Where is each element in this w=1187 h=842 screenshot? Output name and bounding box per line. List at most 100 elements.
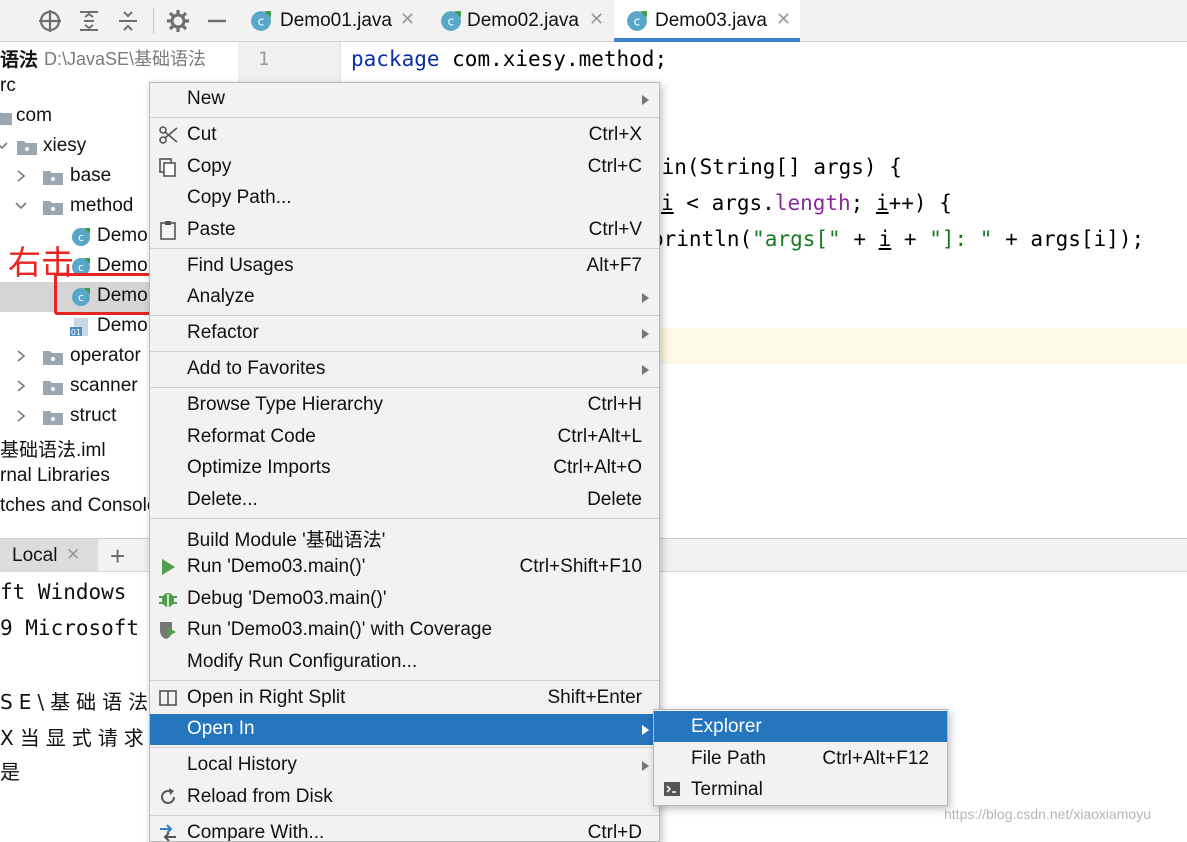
minimize-icon[interactable]: [204, 8, 230, 34]
close-icon[interactable]: ✕: [589, 9, 604, 30]
close-icon[interactable]: ✕: [776, 9, 791, 30]
terminal-icon: [664, 782, 680, 796]
terminal-line: 是: [0, 760, 26, 784]
tree-item-label: struct: [70, 405, 117, 426]
menu-item-open-in-right-split[interactable]: Open in Right Split Shift+Enter: [150, 683, 659, 714]
menu-item-debug[interactable]: Debug 'Demo03.main()': [150, 584, 659, 615]
tree-item-label: com: [16, 105, 52, 126]
submenu-item-terminal[interactable]: Terminal: [654, 774, 947, 805]
tab-demo01[interactable]: c Demo01.java ✕: [238, 0, 424, 42]
menu-item-analyze[interactable]: Analyze: [150, 282, 659, 313]
crosshair-icon[interactable]: [37, 8, 63, 34]
terminal-line: X当显式请求: [0, 726, 150, 750]
chevron-down-icon[interactable]: [0, 138, 8, 154]
add-terminal-button[interactable]: +: [110, 541, 125, 572]
chevron-right-icon[interactable]: [15, 378, 27, 394]
code-text: ;: [850, 191, 876, 215]
tree-item-label: method: [70, 195, 134, 216]
tree-item-label: xiesy: [43, 135, 87, 156]
menu-item-label: Run 'Demo03.main()': [187, 556, 366, 577]
menu-item-label: Refactor: [187, 322, 259, 343]
chevron-right-icon[interactable]: [15, 348, 27, 364]
chevron-right-icon[interactable]: [15, 168, 27, 184]
menu-item-modify-run-config[interactable]: Modify Run Configuration...: [150, 647, 659, 678]
tab-demo02[interactable]: c Demo02.java ✕: [428, 0, 614, 42]
menu-item-paste[interactable]: Paste Ctrl+V: [150, 215, 659, 246]
menu-separator: [150, 117, 659, 118]
close-icon[interactable]: ✕: [66, 545, 80, 565]
tab-label: Demo01.java: [280, 10, 392, 31]
menu-item-shortcut: Alt+F7: [586, 255, 642, 276]
menu-separator: [150, 248, 659, 249]
close-icon[interactable]: ✕: [400, 9, 415, 30]
submenu-arrow-icon: [642, 95, 649, 105]
menu-item-find-usages[interactable]: Find Usages Alt+F7: [150, 251, 659, 282]
menu-item-reformat-code[interactable]: Reformat Code Ctrl+Alt+L: [150, 422, 659, 453]
tree-root-row[interactable]: 语法 D:\JavaSE\基础语法: [0, 42, 238, 72]
menu-item-local-history[interactable]: Local History: [150, 750, 659, 781]
menu-item-copy-path[interactable]: Copy Path...: [150, 183, 659, 214]
code-field: length: [774, 191, 851, 215]
menu-item-optimize-imports[interactable]: Optimize Imports Ctrl+Alt+O: [150, 453, 659, 484]
svg-text:c: c: [634, 14, 641, 28]
code-var: i: [878, 227, 892, 251]
code-text: ain(String[] args) {: [649, 155, 902, 179]
package-folder-icon: [43, 201, 63, 215]
menu-separator: [150, 387, 659, 388]
menu-item-label: Reformat Code: [187, 426, 316, 447]
menu-item-shortcut: Ctrl+X: [588, 124, 642, 145]
reload-icon: [161, 788, 175, 804]
terminal-line: ft Windows: [0, 580, 127, 604]
tab-demo03[interactable]: c Demo03.java ✕: [614, 0, 800, 42]
chevron-down-icon[interactable]: [15, 198, 27, 214]
submenu-item-shortcut: Ctrl+Alt+F12: [822, 748, 929, 769]
menu-item-run[interactable]: Run 'Demo03.main()' Ctrl+Shift+F10: [150, 552, 659, 583]
editor-tab-bar: c Demo01.java ✕ c Demo02.java ✕ c Demo03…: [238, 0, 1187, 42]
submenu-item-file-path[interactable]: File Path Ctrl+Alt+F12: [654, 743, 947, 774]
submenu-item-explorer[interactable]: Explorer: [654, 711, 947, 742]
menu-item-build-module[interactable]: Build Module '基础语法': [150, 521, 659, 552]
menu-item-label: Compare With...: [187, 822, 325, 842]
collapse-all-icon[interactable]: [115, 8, 141, 34]
expand-all-icon[interactable]: [76, 8, 102, 34]
tree-item-label: scanner: [70, 375, 138, 396]
code-var: i: [875, 191, 889, 215]
tree-item-label: rc: [0, 75, 16, 96]
menu-item-shortcut: Shift+Enter: [547, 687, 642, 708]
menu-item-label: Run 'Demo03.main()' with Coverage: [187, 619, 493, 640]
submenu-item-label: Explorer: [691, 716, 762, 737]
code-text: println(: [651, 227, 753, 251]
menu-item-compare-with[interactable]: Compare With... Ctrl+D: [150, 818, 659, 842]
menu-item-label: Browse Type Hierarchy: [187, 394, 384, 415]
java-class-icon: c: [251, 11, 271, 31]
toolbar-separator: [153, 8, 154, 34]
menu-item-copy[interactable]: Copy Ctrl+C: [150, 152, 659, 183]
menu-item-label: Debug 'Demo03.main()': [187, 588, 387, 609]
terminal-tab-label: Local: [12, 545, 58, 566]
menu-item-delete[interactable]: Delete... Delete: [150, 485, 659, 516]
menu-item-add-to-favorites[interactable]: Add to Favorites: [150, 354, 659, 385]
watermark: https://blog.csdn.net/xiaoxiamoyu: [944, 806, 1152, 822]
run-icon: [162, 559, 175, 575]
project-root-path: D:\JavaSE\基础语法: [44, 49, 207, 69]
menu-item-label: Copy Path...: [187, 187, 292, 208]
menu-item-reload-from-disk[interactable]: Reload from Disk: [150, 782, 659, 813]
menu-item-shortcut: Ctrl+C: [587, 156, 642, 177]
svg-text:c: c: [78, 231, 84, 244]
menu-item-open-in[interactable]: Open In: [150, 714, 659, 745]
menu-item-label: Build Module '基础语法': [187, 530, 386, 551]
menu-item-label: New: [187, 88, 226, 109]
menu-item-label: Add to Favorites: [187, 358, 326, 379]
menu-item-refactor[interactable]: Refactor: [150, 318, 659, 349]
menu-item-cut[interactable]: Cut Ctrl+X: [150, 120, 659, 151]
tree-item-label: Demo: [97, 225, 148, 246]
gear-icon[interactable]: [165, 8, 191, 34]
terminal-tab-local[interactable]: Local ✕: [0, 539, 98, 573]
menu-item-shortcut: Ctrl+V: [588, 219, 642, 240]
menu-item-new[interactable]: New: [150, 84, 659, 115]
menu-separator: [150, 747, 659, 748]
menu-item-browse-type-hierarchy[interactable]: Browse Type Hierarchy Ctrl+H: [150, 390, 659, 421]
menu-item-run-with-coverage[interactable]: Run 'Demo03.main()' with Coverage: [150, 615, 659, 646]
tab-label: Demo03.java: [655, 10, 767, 31]
chevron-right-icon[interactable]: [15, 408, 27, 424]
